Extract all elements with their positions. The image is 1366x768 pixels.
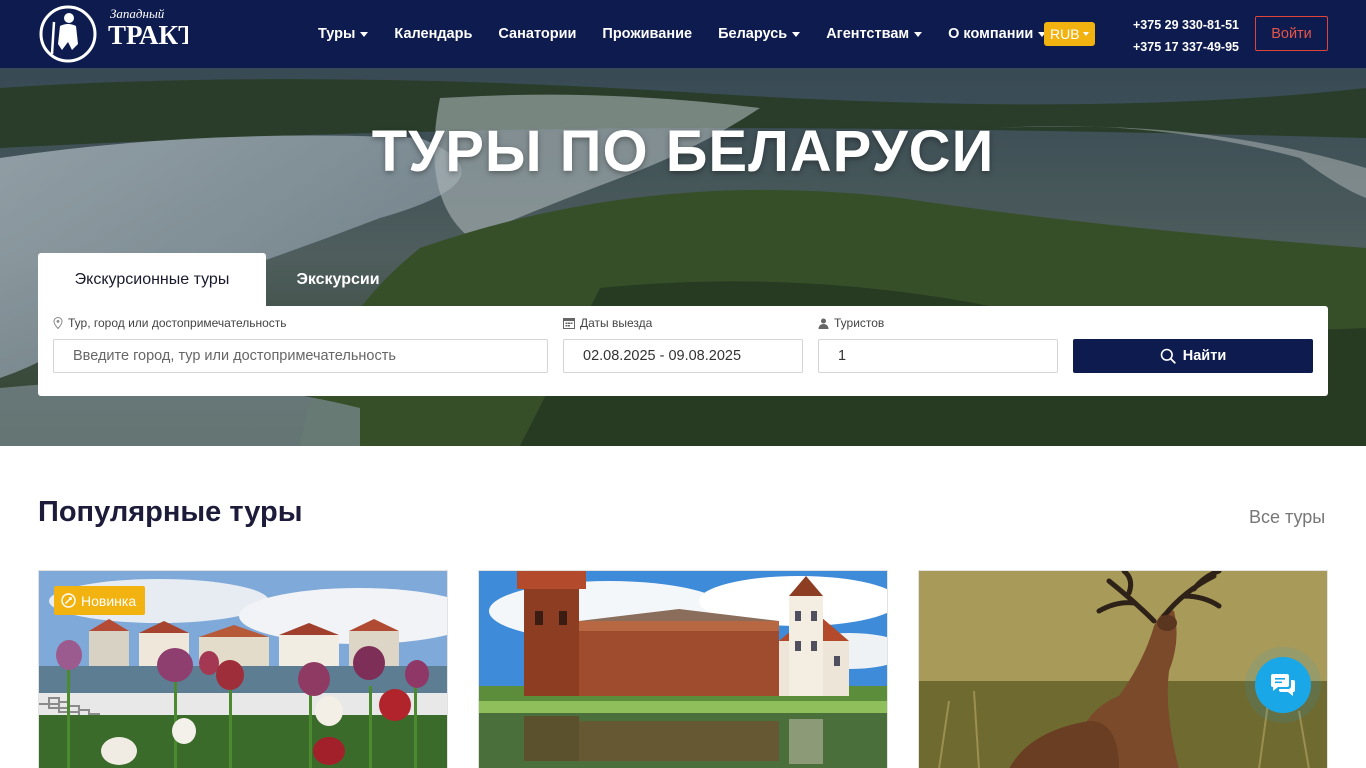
map-pin-icon (53, 317, 63, 329)
contact-phones: +375 29 330-81-51 +375 17 337-49-95 (1133, 14, 1239, 58)
calendar-icon (563, 318, 575, 329)
tourists-label: Туристов (818, 316, 884, 330)
chat-bubble-icon (1271, 674, 1295, 696)
dates-label: Даты выезда (563, 316, 652, 330)
svg-text:Западный: Западный (110, 6, 165, 21)
nav-item-belarus[interactable]: Беларусь (718, 26, 801, 42)
search-button[interactable]: Найти (1073, 339, 1313, 373)
tour-card[interactable] (478, 570, 888, 768)
hero-banner: ТУРЫ ПО БЕЛАРУСИ Экскурсионные туры Экск… (0, 68, 1366, 446)
svg-text:ТРАКТ: ТРАКТ (108, 20, 188, 50)
nav-item-sanatoriums[interactable]: Санатории (498, 26, 576, 42)
site-header: Западный ТРАКТ Туры Календарь Санатории … (0, 0, 1366, 68)
nav-item-accommodation[interactable]: Проживание (602, 26, 692, 42)
chat-button[interactable] (1255, 657, 1311, 713)
tour-card[interactable]: Новинка (38, 570, 448, 768)
hero-title: ТУРЫ ПО БЕЛАРУСИ (371, 119, 995, 184)
tab-excursion-tours[interactable]: Экскурсионные туры (38, 253, 266, 306)
search-panel: Тур, город или достопримечательность Дат… (38, 306, 1328, 396)
chevron-down-icon (1082, 32, 1089, 36)
nav-item-tours[interactable]: Туры (318, 26, 369, 42)
dates-field[interactable]: 02.08.2025 - 09.08.2025 (563, 339, 803, 373)
tag-icon (61, 593, 76, 608)
phone-link[interactable]: +375 17 337-49-95 (1133, 36, 1239, 58)
login-button[interactable]: Войти (1255, 16, 1328, 51)
main-nav: Туры Календарь Санатории Проживание Бела… (318, 0, 1072, 68)
person-icon (818, 318, 829, 329)
nav-item-calendar[interactable]: Календарь (394, 26, 472, 42)
destination-field[interactable] (53, 339, 548, 373)
chevron-down-icon (914, 32, 923, 37)
destination-input[interactable] (73, 348, 547, 364)
mir-castle-image (479, 571, 887, 768)
search-tabs: Экскурсионные туры Экскурсии (38, 253, 410, 306)
tourists-value: 1 (838, 348, 847, 364)
nav-item-agencies[interactable]: Агентствам (826, 26, 923, 42)
currency-selector[interactable]: RUB (1044, 22, 1095, 46)
phone-link[interactable]: +375 29 330-81-51 (1133, 14, 1239, 36)
chevron-down-icon (360, 32, 369, 37)
new-badge: Новинка (54, 586, 146, 615)
dates-value: 02.08.2025 - 09.08.2025 (583, 348, 742, 364)
destination-label: Тур, город или достопримечательность (53, 316, 287, 330)
tab-excursions[interactable]: Экскурсии (266, 253, 410, 306)
all-tours-link[interactable]: Все туры (1249, 507, 1325, 528)
section-title-popular: Популярные туры (38, 496, 303, 528)
tourists-field[interactable]: 1 (818, 339, 1058, 373)
search-icon (1160, 348, 1176, 364)
traveler-logo-icon: Западный ТРАКТ (39, 5, 196, 63)
site-logo[interactable]: Западный ТРАКТ (38, 4, 196, 64)
chevron-down-icon (792, 32, 801, 37)
nav-item-about[interactable]: О компании (948, 26, 1047, 42)
